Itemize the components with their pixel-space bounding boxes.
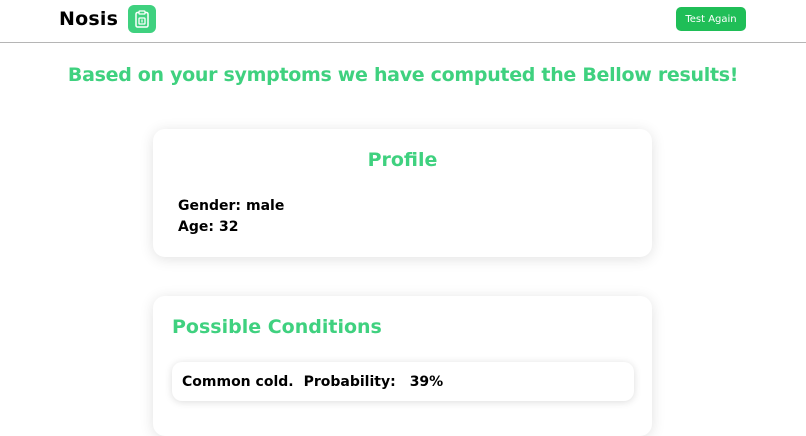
profile-title: Profile bbox=[367, 149, 438, 171]
gender-label: Gender: bbox=[178, 198, 241, 214]
age-field: Age: 32 bbox=[178, 219, 238, 235]
test-again-button[interactable]: Test Again bbox=[676, 7, 746, 31]
condition-item[interactable]: Common cold. Probability: 39% bbox=[172, 362, 634, 401]
condition-name: Common cold. bbox=[182, 373, 294, 390]
top-navbar: Nosis Test Again bbox=[0, 0, 806, 43]
age-label: Age: bbox=[178, 219, 214, 235]
brand-name: Nosis bbox=[59, 8, 119, 30]
conditions-title: Possible Conditions bbox=[172, 316, 382, 338]
probability-value: 39% bbox=[409, 373, 444, 390]
results-headline: Based on your symptoms we have computed … bbox=[67, 64, 739, 86]
age-value: 32 bbox=[218, 219, 239, 235]
gender-value: male bbox=[245, 198, 285, 214]
probability-label: Probability: bbox=[303, 373, 396, 390]
conditions-card: Possible Conditions Common cold. Probabi… bbox=[153, 296, 652, 436]
clipboard-icon bbox=[128, 5, 157, 33]
profile-card: Profile Gender: male Age: 32 bbox=[153, 129, 652, 257]
gender-field: Gender: male bbox=[178, 198, 284, 214]
brand[interactable]: Nosis bbox=[59, 5, 157, 33]
